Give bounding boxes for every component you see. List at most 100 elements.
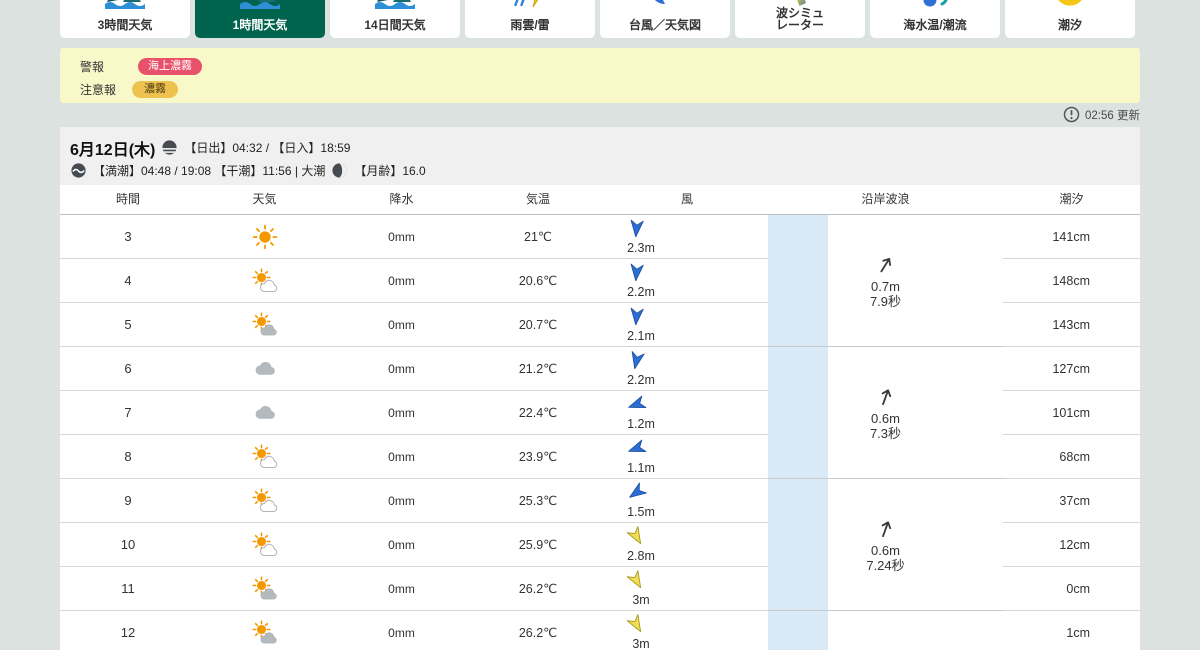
column-header: 沿岸波浪 [861, 192, 910, 206]
tide-cell: 143cm [1003, 303, 1140, 347]
updated-time-row: 02:56 更新 [60, 106, 1140, 123]
sun-cloud-icon [196, 259, 333, 303]
hour-cell: 9 [60, 479, 196, 523]
tab-1hour[interactable]: 1時間天気 [195, 0, 325, 38]
landscape-icon [240, 0, 280, 9]
weather-page: 3時間天気 1時間天気 14日間天気 雨雲/雷 台風／天気図 波シミュ レーター 海水温/潮… [0, 0, 1200, 650]
temp-cell: 21℃ [470, 215, 606, 259]
wind-cell: 1.1m [606, 435, 768, 479]
wind-speed: 3m [632, 637, 650, 650]
tab-label: 海水温/潮流 [903, 18, 967, 32]
wind-speed: 2.3m [627, 241, 655, 255]
wind-arrow-icon [626, 482, 647, 506]
tab-typhoon-chart[interactable]: 台風／天気図 [600, 0, 730, 38]
wave-info: 0.6m 7.24秒 [828, 517, 943, 573]
landscape-icon [105, 0, 145, 9]
warning-badge[interactable]: 海上濃霧 [138, 58, 202, 75]
tab-14day[interactable]: 14日間天気 [330, 0, 460, 38]
hour-cell: 3 [60, 215, 196, 259]
precip-cell: 0mm [333, 215, 470, 259]
column-header: 気温 [525, 192, 550, 206]
tab-label: 雨雲/雷 [510, 18, 550, 32]
sun-graycloud-icon [196, 303, 333, 347]
tide-wave-icon [70, 162, 87, 179]
tab-seatemp-current[interactable]: 海水温/潮流 [870, 0, 1000, 38]
column-header: 潮汐 [1059, 192, 1084, 206]
date-line-2: 【満潮】04:48 / 19:08 【干潮】11:56 | 大潮 【月齢】16.… [70, 160, 1140, 180]
wind-cell: 1.2m [606, 391, 768, 435]
wind-cell: 2.2m [606, 259, 768, 303]
temp-cell: 20.7℃ [470, 303, 606, 347]
tab-wave-simulator[interactable]: 波シミュ レーター [735, 0, 865, 38]
hour-cell: 5 [60, 303, 196, 347]
table-header-row: 時間 天気 降水 気温 風 沿岸波浪 潮汐 [60, 185, 1140, 215]
wave-height: 0.7m [871, 278, 900, 294]
wind-direction: 2.3m [606, 218, 666, 255]
wind-arrow-icon [626, 614, 647, 638]
tab-label: 3時間天気 [97, 18, 153, 32]
wind-direction: 2.2m [606, 350, 666, 387]
wind-direction: 3m [606, 614, 666, 650]
wind-arrow-icon [626, 570, 647, 594]
tab-raincloud-lightning[interactable]: 雨雲/雷 [465, 0, 595, 38]
tab-3hour[interactable]: 3時間天気 [60, 0, 190, 38]
sea-temp-icon [915, 0, 955, 9]
wind-cell: 2.1m [606, 303, 768, 347]
wind-speed: 1.2m [627, 417, 655, 431]
precip-cell: 0mm [333, 259, 470, 303]
forecast-card: 6月12日(木) 【日出】04:32 / 【日入】18:59 【満潮】04:48… [60, 127, 1140, 650]
wind-direction: 2.8m [606, 526, 666, 563]
precip-cell: 0mm [333, 347, 470, 391]
wave-direction-arrow-icon [875, 517, 897, 543]
wave-info: 0.6m 7.3秒 [828, 385, 943, 441]
tide-cell: 1cm [1003, 611, 1140, 650]
temp-cell: 21.2℃ [470, 347, 606, 391]
sunrise-sunset-icon [161, 139, 178, 156]
tide-times-info: 【満潮】04:48 / 19:08 【干潮】11:56 | 大潮 [93, 163, 326, 178]
moon-icon [331, 162, 348, 179]
tide-cell: 127cm [1003, 347, 1140, 391]
tab-label: 台風／天気図 [628, 18, 701, 32]
advisory-label: 注意報 [80, 83, 117, 97]
wind-speed: 3m [632, 593, 650, 607]
warning-row: 警報 海上濃霧 [80, 56, 1140, 77]
wind-direction: 2.1m [606, 306, 666, 343]
wind-cell: 3m [606, 567, 768, 611]
column-header: 降水 [389, 192, 414, 206]
wave-period: 7.3秒 [869, 425, 902, 441]
precip-cell: 0mm [333, 435, 470, 479]
wind-direction: 1.1m [606, 438, 666, 475]
sun-cloud-icon [196, 479, 333, 523]
advisory-badge[interactable]: 濃霧 [132, 81, 178, 98]
wind-speed: 2.8m [627, 549, 655, 563]
wind-direction: 2.2m [606, 262, 666, 299]
precip-cell: 0mm [333, 523, 470, 567]
tab-tide[interactable]: 潮汐 [1005, 0, 1135, 38]
tide-cell: 148cm [1003, 259, 1140, 303]
wind-direction: 1.5m [606, 482, 666, 519]
tab-label: 14日間天気 [364, 18, 426, 32]
wind-speed: 2.2m [627, 373, 655, 387]
wave-direction-arrow-icon [875, 385, 897, 411]
wind-cell: 2.2m [606, 347, 768, 391]
wave-height: 0.6m [871, 410, 900, 426]
cloudy-icon [196, 391, 333, 435]
wave-info: 0.7m 7.9秒 [828, 253, 943, 309]
tide-cell: 141cm [1003, 215, 1140, 259]
tab-label: 潮汐 [1057, 18, 1082, 32]
wind-cell: 2.3m [606, 215, 768, 259]
landscape-icon [375, 0, 415, 9]
column-header: 時間 [115, 192, 140, 206]
rain-lightning-icon [510, 0, 550, 9]
hour-cell: 10 [60, 523, 196, 567]
temp-cell: 20.6℃ [470, 259, 606, 303]
warning-label: 警報 [80, 60, 105, 74]
tide-cell: 37cm [1003, 479, 1140, 523]
hour-cell: 12 [60, 611, 196, 650]
precip-cell: 0mm [333, 479, 470, 523]
tide-circle-icon [1050, 0, 1090, 9]
hour-cell: 7 [60, 391, 196, 435]
precip-cell: 0mm [333, 303, 470, 347]
hour-cell: 11 [60, 567, 196, 611]
temp-cell: 22.4℃ [470, 391, 606, 435]
